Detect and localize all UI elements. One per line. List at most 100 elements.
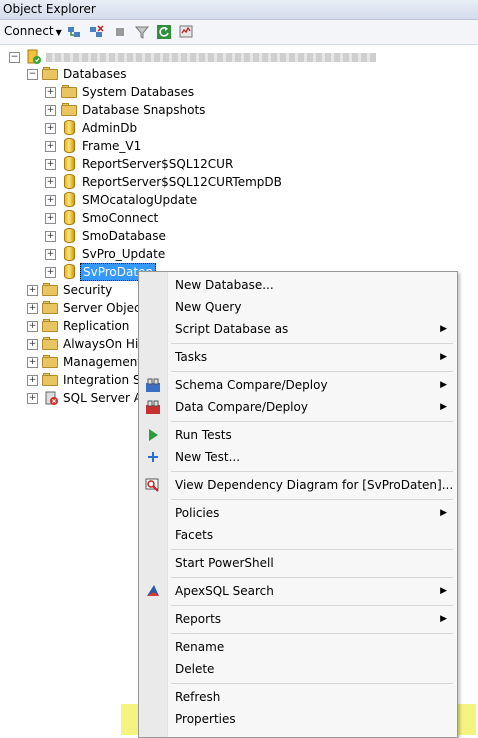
- expand-toggle[interactable]: +: [27, 339, 38, 350]
- expand-toggle[interactable]: +: [45, 213, 56, 224]
- window-title: Object Explorer: [3, 2, 96, 16]
- menu-item-label: Data Compare/Deploy: [175, 400, 308, 414]
- database-icon: [64, 210, 75, 225]
- menu-item-reports[interactable]: Reports ▶: [139, 608, 457, 630]
- menu-item-data-compare[interactable]: Data Compare/Deploy ▶: [139, 396, 457, 418]
- menu-item-properties[interactable]: Properties: [139, 708, 457, 730]
- menu-item-label: Properties: [175, 712, 236, 726]
- expand-toggle[interactable]: +: [27, 357, 38, 368]
- menu-item-label: Run Tests: [175, 428, 232, 442]
- collapse-toggle[interactable]: −: [9, 52, 20, 63]
- menu-item-delete[interactable]: Delete: [139, 658, 457, 680]
- expand-toggle[interactable]: +: [45, 195, 56, 206]
- database-icon: [64, 120, 75, 135]
- submenu-arrow-icon: ▶: [440, 352, 447, 362]
- expand-toggle[interactable]: +: [45, 249, 56, 260]
- server-icon: [27, 49, 41, 64]
- server-name-blurred: [46, 53, 376, 62]
- submenu-arrow-icon: ▶: [440, 586, 447, 596]
- tree-node-label: Replication: [63, 319, 130, 333]
- connect-label: Connect: [4, 24, 54, 38]
- menu-item-run-tests[interactable]: Run Tests: [139, 424, 457, 446]
- folder-icon: [42, 319, 58, 332]
- folder-icon: [42, 67, 58, 80]
- tree-node-label: SMOcatalogUpdate: [82, 193, 198, 207]
- menu-item-rename[interactable]: Rename: [139, 636, 457, 658]
- menu-item-tasks[interactable]: Tasks ▶: [139, 346, 457, 368]
- menu-separator: [171, 549, 453, 550]
- plus-icon: [148, 452, 158, 462]
- expand-toggle[interactable]: +: [45, 105, 56, 116]
- menu-separator: [171, 605, 453, 606]
- expand-toggle[interactable]: +: [27, 321, 38, 332]
- filter-icon[interactable]: [134, 24, 150, 40]
- expand-toggle[interactable]: +: [45, 123, 56, 134]
- database-icon: [64, 138, 75, 153]
- menu-separator: [171, 471, 453, 472]
- dropdown-arrow-icon: ▼: [55, 28, 62, 37]
- expand-toggle[interactable]: +: [45, 159, 56, 170]
- connect-object-explorer-icon[interactable]: [66, 24, 82, 40]
- menu-item-new-test[interactable]: New Test...: [139, 446, 457, 468]
- submenu-arrow-icon: ▶: [440, 324, 447, 334]
- menu-item-label: New Database...: [175, 278, 274, 292]
- expand-toggle[interactable]: +: [45, 177, 56, 188]
- menu-separator: [171, 421, 453, 422]
- tree-node-label: SvPro_Update: [82, 247, 166, 261]
- collapse-toggle[interactable]: −: [27, 69, 38, 80]
- menu-item-view-dependency-diagram[interactable]: View Dependency Diagram for [SvProDaten]…: [139, 474, 457, 496]
- tree-node-label: ReportServer$SQL12CUR: [82, 157, 234, 171]
- menu-item-facets[interactable]: Facets: [139, 524, 457, 546]
- menu-item-label: View Dependency Diagram for [SvProDaten]…: [175, 478, 454, 492]
- expand-toggle[interactable]: +: [45, 231, 56, 242]
- menu-separator: [171, 577, 453, 578]
- expand-toggle[interactable]: +: [27, 375, 38, 386]
- database-icon: [64, 174, 75, 189]
- menu-item-script-database-as[interactable]: Script Database as ▶: [139, 318, 457, 340]
- expand-toggle[interactable]: +: [27, 285, 38, 296]
- expand-toggle[interactable]: +: [45, 87, 56, 98]
- menu-item-schema-compare[interactable]: Schema Compare/Deploy ▶: [139, 374, 457, 396]
- menu-item-start-powershell[interactable]: Start PowerShell: [139, 552, 457, 574]
- connect-button[interactable]: Connect ▼: [4, 24, 62, 38]
- database-icon: [64, 228, 75, 243]
- tree-node-label: ReportServer$SQL12CURTempDB: [82, 175, 282, 189]
- menu-item-label: Refresh: [175, 690, 221, 704]
- menu-item-new-query[interactable]: New Query: [139, 296, 457, 318]
- tree-node-label: Management: [63, 355, 143, 369]
- stop-icon[interactable]: [112, 24, 128, 40]
- submenu-arrow-icon: ▶: [440, 614, 447, 624]
- expand-toggle[interactable]: +: [45, 267, 56, 278]
- tree-node-label: Frame_V1: [82, 139, 142, 153]
- database-icon: [64, 156, 75, 171]
- toolbar: Connect ▼: [0, 20, 478, 45]
- expand-toggle[interactable]: +: [27, 393, 38, 404]
- submenu-arrow-icon: ▶: [440, 402, 447, 412]
- tree-node-label: AdminDb: [82, 121, 138, 135]
- expand-toggle[interactable]: +: [27, 303, 38, 314]
- menu-item-label: Policies: [175, 506, 220, 520]
- tree-node-label: Security: [63, 283, 113, 297]
- menu-item-new-database[interactable]: New Database...: [139, 274, 457, 296]
- menu-item-apexsql-search[interactable]: ApexSQL Search ▶: [139, 580, 457, 602]
- disconnect-icon[interactable]: [88, 24, 104, 40]
- activity-monitor-icon[interactable]: [178, 24, 194, 40]
- menu-separator: [171, 683, 453, 684]
- data-compare-icon: [146, 400, 160, 414]
- menu-item-label: Tasks: [175, 350, 208, 364]
- menu-separator: [171, 633, 453, 634]
- dependency-diagram-icon: [145, 478, 159, 492]
- submenu-arrow-icon: ▶: [440, 508, 447, 518]
- menu-item-policies[interactable]: Policies ▶: [139, 502, 457, 524]
- menu-item-label: Script Database as: [175, 322, 289, 336]
- folder-icon: [42, 337, 58, 350]
- folder-icon: [42, 301, 58, 314]
- refresh-icon[interactable]: [156, 24, 172, 40]
- menu-item-label: ApexSQL Search: [175, 584, 274, 598]
- expand-toggle[interactable]: +: [45, 141, 56, 152]
- menu-item-refresh[interactable]: Refresh: [139, 686, 457, 708]
- menu-item-label: Delete: [175, 662, 215, 676]
- folder-icon: [42, 355, 58, 368]
- schema-compare-icon: [146, 378, 160, 392]
- folder-icon: [42, 283, 58, 296]
